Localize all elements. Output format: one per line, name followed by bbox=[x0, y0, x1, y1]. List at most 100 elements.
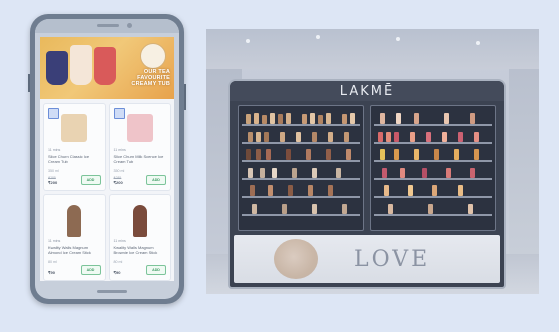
shelf-bay-left bbox=[238, 105, 364, 231]
delivery-time: 11 mins bbox=[48, 148, 61, 152]
product-price: ₹90 bbox=[113, 270, 121, 275]
shelf bbox=[242, 164, 360, 180]
product-item bbox=[394, 149, 399, 160]
product-item bbox=[442, 132, 447, 142]
add-button[interactable]: ADD bbox=[80, 265, 101, 275]
front-camera bbox=[127, 23, 132, 28]
product-item bbox=[268, 185, 273, 196]
product-quantity: 350 ml bbox=[48, 169, 59, 173]
product-card[interactable]: 11 mins Kwality Walls Magnum Almond Ice … bbox=[43, 193, 106, 281]
delivery-time: 11 mins bbox=[113, 148, 126, 152]
product-item bbox=[426, 132, 431, 142]
cosmetics-kiosk: LAKMĒ LOVE bbox=[230, 81, 504, 287]
kiosk-header: LAKMĒ bbox=[230, 81, 504, 101]
product-meta: 11 mins Slice Churn Classic Ice Cream Tu… bbox=[48, 148, 101, 173]
product-item bbox=[278, 114, 283, 124]
ceiling-light bbox=[476, 41, 480, 45]
product-item bbox=[248, 168, 253, 178]
promo-banner[interactable]: Our Tea Favourite Creamy Tub bbox=[40, 37, 174, 99]
product-item bbox=[446, 168, 451, 178]
shelf bbox=[242, 182, 360, 198]
price-row: ₹285 ₹200 ADD bbox=[48, 174, 101, 185]
product-item bbox=[380, 113, 385, 124]
product-item bbox=[260, 168, 265, 178]
product-item bbox=[286, 113, 291, 124]
product-item bbox=[434, 149, 439, 160]
product-item bbox=[246, 149, 251, 160]
product-image[interactable] bbox=[132, 204, 147, 237]
product-item bbox=[256, 132, 261, 142]
product-item bbox=[310, 113, 315, 124]
poster-text: LOVE bbox=[354, 247, 431, 272]
shelf bbox=[242, 110, 360, 126]
ceiling-light bbox=[396, 37, 400, 41]
price-row: ₹285 ₹200 ADD bbox=[114, 174, 166, 185]
product-item bbox=[282, 204, 287, 214]
product-item bbox=[246, 114, 251, 124]
product-item bbox=[382, 168, 387, 178]
product-item bbox=[474, 149, 479, 160]
product-meta: 11 mins Kwality Walls Magnum Brownie Ice… bbox=[114, 239, 167, 264]
speaker-grille bbox=[97, 24, 119, 27]
product-item bbox=[302, 114, 307, 124]
product-card[interactable]: 11 mins Slice Churn Milk Scence Ice Crea… bbox=[108, 103, 171, 191]
add-button[interactable]: ADD bbox=[80, 174, 101, 185]
phone-mockup: Our Tea Favourite Creamy Tub 11 mins Sli… bbox=[28, 14, 186, 304]
product-item bbox=[252, 204, 257, 214]
product-item bbox=[384, 185, 389, 196]
product-card[interactable]: 11 mins Slice Churn Classic Ice Cream Tu… bbox=[43, 103, 106, 191]
product-item bbox=[256, 149, 261, 160]
product-item bbox=[380, 149, 385, 160]
shelf bbox=[374, 110, 492, 126]
ceiling-light bbox=[246, 39, 250, 43]
store-display-photo: LAKMĒ LOVE bbox=[206, 29, 539, 294]
banner-headline: Our Tea Favourite Creamy Tub bbox=[131, 69, 170, 87]
product-item bbox=[474, 132, 479, 142]
brand-logo: LAKMĒ bbox=[339, 84, 395, 99]
product-quantity: 80 ml bbox=[113, 259, 123, 264]
product-name: Slice Churn Milk Scence Ice Cream Tub bbox=[113, 154, 164, 164]
delivery-time: 11 mins bbox=[113, 238, 126, 243]
product-item bbox=[306, 149, 311, 160]
product-card[interactable]: 11 mins Kwality Walls Magnum Brownie Ice… bbox=[108, 193, 171, 281]
product-item bbox=[396, 113, 401, 124]
product-item bbox=[266, 149, 271, 160]
veg-tag-icon bbox=[113, 108, 125, 119]
shelf bbox=[374, 164, 492, 180]
add-button[interactable]: ADD bbox=[146, 265, 166, 275]
product-item bbox=[470, 113, 475, 124]
product-item bbox=[248, 132, 253, 142]
product-item bbox=[286, 149, 291, 160]
poster-model-image bbox=[274, 239, 318, 279]
shelf bbox=[242, 200, 360, 216]
add-button[interactable]: ADD bbox=[146, 174, 166, 185]
banner-tub-1 bbox=[46, 51, 68, 85]
product-item bbox=[422, 168, 427, 178]
product-name: Kwality Walls Magnum Brownie Ice Cream S… bbox=[113, 244, 158, 255]
shelf bbox=[374, 146, 492, 162]
product-item bbox=[270, 113, 275, 124]
product-item bbox=[312, 168, 317, 178]
banner-tub-2 bbox=[70, 45, 92, 85]
phone-body: Our Tea Favourite Creamy Tub 11 mins Sli… bbox=[35, 19, 179, 299]
product-item bbox=[312, 132, 317, 142]
product-item bbox=[288, 185, 293, 196]
product-item bbox=[280, 132, 285, 142]
product-item bbox=[350, 113, 355, 124]
product-image[interactable] bbox=[61, 114, 88, 142]
product-item bbox=[296, 132, 301, 142]
product-name: Kwality Walls Magnum Almond Ice Cream St… bbox=[48, 244, 91, 255]
shelf-bay-right bbox=[370, 105, 496, 231]
product-item bbox=[468, 204, 473, 214]
product-item bbox=[414, 113, 419, 124]
price-row: ₹90 ADD bbox=[48, 265, 101, 275]
price-row: ₹90 ADD bbox=[113, 265, 166, 275]
product-image[interactable] bbox=[126, 114, 153, 142]
product-meta: 11 mins Kwality Walls Magnum Almond Ice … bbox=[48, 239, 101, 264]
product-item bbox=[264, 132, 269, 142]
product-item bbox=[326, 149, 331, 160]
product-name: Slice Churn Classic Ice Cream Tub bbox=[48, 154, 90, 164]
product-item bbox=[428, 204, 433, 214]
product-image[interactable] bbox=[67, 204, 82, 237]
product-item bbox=[308, 185, 313, 196]
